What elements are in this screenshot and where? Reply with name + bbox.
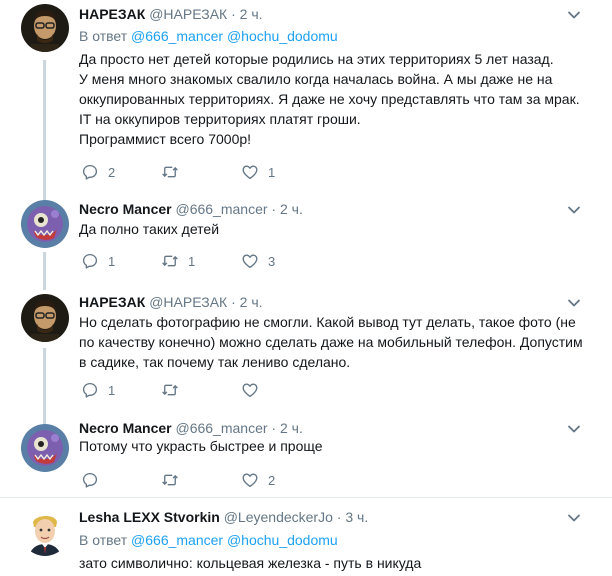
author-name[interactable]: Lesha LEXX Stvorkin: [79, 509, 220, 525]
tweet[interactable]: НАРЕЗАК @НАРЕЗАК · 2 ч. Но сделать фотог…: [0, 290, 612, 416]
heart-icon: [241, 471, 259, 489]
separator-dot: ·: [271, 420, 277, 436]
tweet-text: Потому что украсть быстрее и проще: [79, 436, 589, 456]
retweet-icon: [161, 163, 179, 181]
chevron-down-icon[interactable]: [566, 295, 582, 311]
tweet-text-line: Да просто нет детей которые родились на …: [79, 51, 554, 67]
retweet-icon: [161, 381, 179, 399]
tweet[interactable]: НАРЕЗАК @НАРЕЗАК · 2 ч. В ответ @666_man…: [0, 0, 612, 192]
timestamp[interactable]: 2 ч.: [280, 201, 303, 217]
avatar[interactable]: [21, 4, 69, 52]
reply-context: В ответ @666_mancer @hochu_dodomu: [79, 531, 338, 549]
reply-icon: [81, 471, 99, 489]
chevron-down-icon[interactable]: [566, 421, 582, 437]
tweet-text-line: по качеству конечно) можно сделать даже …: [79, 334, 583, 350]
tweet-text-line: зато символично: кольцевая железка - пут…: [79, 555, 422, 571]
retweet-button[interactable]: [161, 380, 188, 400]
reply-prefix: В ответ: [79, 28, 128, 44]
retweet-count: 1: [188, 253, 196, 269]
tweet[interactable]: Necro Mancer @666_mancer · 2 ч. Потому ч…: [0, 416, 612, 496]
tweet-text-line: Потому что украсть быстрее и проще: [79, 438, 323, 454]
avatar[interactable]: [21, 200, 69, 248]
separator-dot: ·: [231, 294, 236, 310]
author-name[interactable]: НАРЕЗАК: [79, 294, 145, 310]
author-handle[interactable]: @666_mancer: [175, 201, 267, 217]
separator-dot: ·: [271, 201, 277, 217]
tweet-text: зато символично: кольцевая железка - пут…: [79, 553, 589, 573]
reply-icon: [81, 381, 99, 399]
tweet-text-line: Но сделать фотографию не смогли. Какой в…: [79, 314, 576, 330]
like-button[interactable]: 3: [241, 251, 275, 271]
like-count: 3: [268, 253, 276, 269]
reply-button[interactable]: 1: [81, 251, 115, 271]
author-name[interactable]: Necro Mancer: [79, 420, 172, 436]
author-handle[interactable]: @666_mancer: [175, 420, 267, 436]
author-handle[interactable]: @НАРЕЗАК: [149, 294, 227, 310]
tweet-text-line: оккупированных территориях. Я даже не хо…: [79, 91, 580, 107]
timestamp[interactable]: 2 ч.: [240, 6, 263, 22]
chevron-down-icon[interactable]: [566, 7, 582, 23]
reply-button[interactable]: 1: [81, 380, 115, 400]
avatar[interactable]: [21, 294, 69, 342]
tweet-text-line: в садике, так почему так лениво сделано.: [79, 354, 351, 370]
reply-prefix: В ответ: [79, 532, 128, 548]
like-button[interactable]: [241, 380, 268, 400]
tweet[interactable]: Necro Mancer @666_mancer · 2 ч. Да полно…: [0, 192, 612, 290]
chevron-down-icon[interactable]: [566, 202, 582, 218]
reply-button[interactable]: [81, 470, 108, 490]
retweet-button[interactable]: [161, 470, 188, 490]
heart-icon: [241, 163, 259, 181]
author-handle[interactable]: @LeyendeckerJo: [224, 509, 333, 525]
reply-context: В ответ @666_mancer @hochu_dodomu: [79, 27, 338, 45]
retweet-button[interactable]: [161, 162, 188, 182]
reply-count: 1: [108, 382, 116, 398]
author-name[interactable]: Necro Mancer: [79, 201, 172, 217]
retweet-icon: [161, 252, 179, 270]
tweet-text-line: У меня много знакомых свалило когда нача…: [79, 71, 553, 87]
reply-icon: [81, 252, 99, 270]
tweet[interactable]: Lesha LEXX Stvorkin @LeyendeckerJo · 3 ч…: [0, 498, 612, 576]
like-count: 2: [268, 472, 276, 488]
retweet-icon: [161, 471, 179, 489]
reply-count: 2: [108, 164, 116, 180]
timestamp[interactable]: 2 ч.: [280, 420, 303, 436]
reply-mentions[interactable]: @666_mancer @hochu_dodomu: [131, 532, 338, 548]
tweet-text: Да просто нет детей которые родились на …: [79, 49, 589, 149]
reply-icon: [81, 163, 99, 181]
timestamp[interactable]: 2 ч.: [240, 294, 263, 310]
tweet-header: Necro Mancer @666_mancer · 2 ч.: [79, 200, 303, 218]
author-handle[interactable]: @НАРЕЗАК: [149, 6, 227, 22]
tweet-text-line: Программист всего 7000р!: [79, 131, 252, 147]
separator-dot: ·: [336, 509, 342, 525]
tweet-header: НАРЕЗАК @НАРЕЗАК · 2 ч.: [79, 293, 263, 311]
like-button[interactable]: 1: [241, 162, 275, 182]
heart-icon: [241, 252, 259, 270]
chevron-down-icon[interactable]: [566, 510, 582, 526]
tweet-text-line: Да полно таких детей: [79, 221, 220, 237]
tweet-text: Да полно таких детей: [79, 219, 589, 239]
like-button[interactable]: 2: [241, 470, 275, 490]
avatar[interactable]: [21, 508, 69, 556]
reply-count: 1: [108, 253, 116, 269]
avatar[interactable]: [21, 424, 69, 472]
like-count: 1: [268, 164, 276, 180]
tweet-header: НАРЕЗАК @НАРЕЗАК · 2 ч.: [79, 5, 263, 23]
reply-button[interactable]: 2: [81, 162, 115, 182]
tweet-header: Necro Mancer @666_mancer · 2 ч.: [79, 419, 303, 437]
tweet-text-line: IT на оккупиров территориях платят гроши…: [79, 111, 361, 127]
retweet-button[interactable]: 1: [161, 251, 195, 271]
tweet-header: Lesha LEXX Stvorkin @LeyendeckerJo · 3 ч…: [79, 508, 368, 526]
tweet-text: Но сделать фотографию не смогли. Какой в…: [79, 312, 589, 372]
timestamp[interactable]: 3 ч.: [345, 509, 368, 525]
heart-icon: [241, 381, 259, 399]
reply-mentions[interactable]: @666_mancer @hochu_dodomu: [131, 28, 338, 44]
separator-dot: ·: [231, 6, 236, 22]
author-name[interactable]: НАРЕЗАК: [79, 6, 145, 22]
